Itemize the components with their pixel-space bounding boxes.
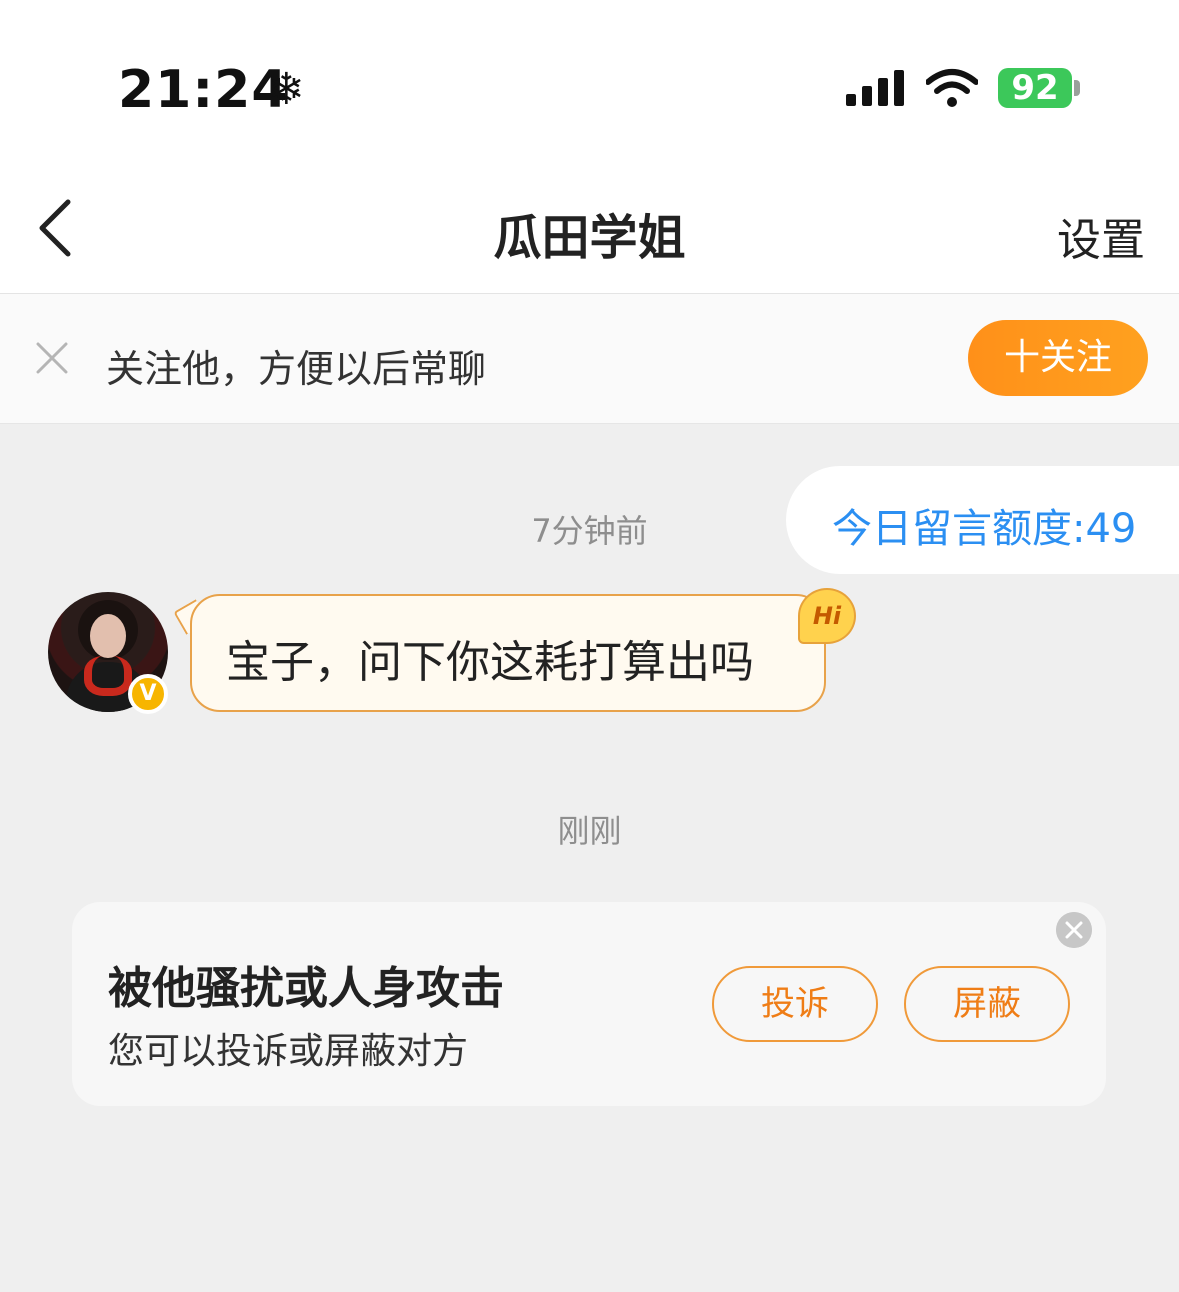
- close-icon[interactable]: [36, 342, 68, 374]
- page-title: 瓜田学姐: [493, 210, 686, 266]
- status-bar: 21:24 ❄ 92: [0, 0, 1179, 170]
- battery-tip: [1074, 80, 1080, 96]
- snowflake-icon: ❄: [268, 64, 305, 115]
- follow-prompt-text: 关注他，方便以后常聊: [106, 347, 487, 391]
- message-bubble[interactable]: 宝子，问下你这耗打算出吗: [190, 594, 826, 712]
- avatar-scarf: [84, 656, 132, 696]
- timestamp: 7分钟前: [531, 512, 648, 550]
- battery-icon: 92: [998, 68, 1072, 108]
- nav-bar: 瓜田学姐 设置: [0, 170, 1179, 294]
- close-card-icon[interactable]: [1056, 912, 1092, 948]
- timestamp-recent: 刚刚: [557, 812, 622, 850]
- signal-icon: [846, 70, 904, 106]
- verified-icon: V: [128, 674, 168, 714]
- complain-button[interactable]: 投诉: [712, 966, 878, 1042]
- follow-prompt-bar: 关注他，方便以后常聊 十关注: [0, 294, 1179, 424]
- wifi-icon: [926, 69, 978, 107]
- block-button[interactable]: 屏蔽: [904, 966, 1070, 1042]
- message-text: 宝子，问下你这耗打算出吗: [226, 637, 754, 688]
- avatar-face: [90, 614, 126, 658]
- status-time: 21:24: [118, 60, 289, 120]
- follow-button[interactable]: 十关注: [968, 320, 1148, 396]
- report-card-subtitle: 您可以投诉或屏蔽对方: [108, 1031, 469, 1072]
- hi-icon: Hi: [798, 588, 856, 644]
- report-card: 被他骚扰或人身攻击 您可以投诉或屏蔽对方 投诉 屏蔽: [72, 902, 1106, 1106]
- settings-button[interactable]: 设置: [1057, 204, 1145, 268]
- report-card-title: 被他骚扰或人身攻击: [108, 963, 504, 1014]
